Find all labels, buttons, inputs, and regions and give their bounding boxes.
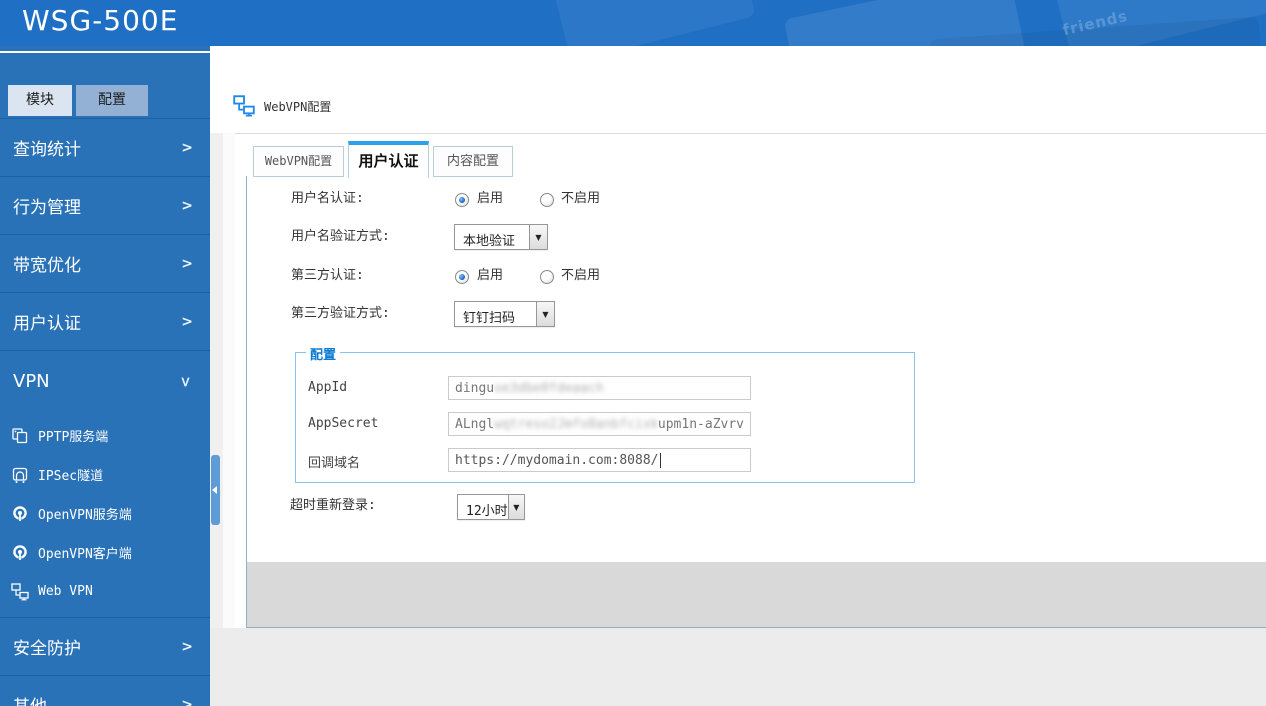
breadcrumb-label: WebVPN配置 bbox=[264, 99, 332, 114]
chevron-right-icon: > bbox=[181, 255, 193, 272]
content-top-strip bbox=[210, 46, 1266, 133]
disable-option-label[interactable]: 不启用 bbox=[561, 268, 600, 284]
sidebar-item-openvpn-client[interactable]: OpenVPN客户端 bbox=[0, 533, 210, 572]
chevron-right-icon: > bbox=[181, 313, 193, 330]
keyboard-art bbox=[554, 0, 756, 46]
username-method-label: 用户名验证方式: bbox=[291, 229, 390, 244]
chevron-right-icon: > bbox=[181, 638, 193, 655]
select-value: 钉钉扫码 bbox=[463, 311, 516, 326]
appsecret-visible-suffix: upm1n-aZvrv bbox=[657, 416, 744, 432]
tab-webvpn-config[interactable]: WebVPN配置 bbox=[253, 146, 344, 177]
app-logo: WSG-500E bbox=[22, 4, 179, 37]
timeout-label: 超时重新登录: bbox=[290, 498, 376, 513]
breadcrumb: WebVPN配置 bbox=[233, 95, 331, 117]
app-header: friends WSG-500E bbox=[0, 0, 1266, 46]
appsecret-label: AppSecret bbox=[308, 416, 379, 431]
callback-label: 回调域名 bbox=[308, 456, 361, 471]
sidebar-tab-modules[interactable]: 模块 bbox=[8, 85, 72, 116]
dropdown-arrow-icon[interactable]: ▼ bbox=[529, 225, 547, 249]
openvpn-icon bbox=[10, 505, 30, 523]
sidebar-item-label: 查询统计 bbox=[13, 140, 81, 160]
config-fieldset: 配置 AppId dingu oe3dbe0fdeaach AppSecret A… bbox=[295, 344, 915, 483]
third-method-label: 第三方验证方式: bbox=[291, 306, 390, 321]
callback-value-text: https://mydomain.com:8088/ bbox=[455, 452, 659, 468]
sidebar-item-web-vpn[interactable]: Web VPN bbox=[0, 572, 210, 611]
appid-visible-text: dingu bbox=[455, 380, 495, 396]
chevron-down-icon: > bbox=[177, 375, 194, 388]
sidebar-item-label: VPN bbox=[13, 371, 50, 392]
timeout-select[interactable]: 12小时 ▼ bbox=[457, 494, 525, 520]
panel-left-border bbox=[246, 176, 247, 628]
submenu-item-label: Web VPN bbox=[38, 584, 93, 599]
appsecret-redacted-text: wqtreso2Jmfo8anbfcixkLznzbi bbox=[494, 416, 658, 432]
username-auth-label: 用户名认证: bbox=[291, 191, 364, 206]
dropdown-arrow-icon[interactable]: ▼ bbox=[507, 495, 524, 519]
sidebar-item-ipsec-tunnel[interactable]: IPSec隧道 bbox=[0, 455, 210, 494]
third-method-select[interactable]: 钉钉扫码 ▼ bbox=[454, 301, 555, 327]
submenu-item-label: PPTP服务端 bbox=[38, 430, 109, 445]
appsecret-input[interactable]: ALnglwqtreso2Jmfo8anbfcixkLznzbiupm1n-aZ… bbox=[448, 412, 751, 436]
username-auth-enable-radio[interactable] bbox=[455, 193, 469, 207]
sidebar-tab-config[interactable]: 配置 bbox=[76, 85, 148, 116]
webvpn-icon bbox=[10, 582, 30, 601]
panel-footer-bar bbox=[247, 562, 1266, 627]
sidebar-item-bandwidth[interactable]: 带宽优化 > bbox=[0, 234, 210, 292]
sidebar-item-other[interactable]: 其他 > bbox=[0, 675, 210, 706]
page-bottom-background bbox=[210, 628, 1266, 706]
sidebar-item-vpn[interactable]: VPN > bbox=[0, 350, 210, 412]
sidebar-vpn-submenu: PPTP服务端 IPSec隧道 OpenVPN服务端 OpenVPN客户端 We… bbox=[0, 412, 210, 617]
appid-label: AppId bbox=[308, 380, 348, 395]
appid-input[interactable]: dingu oe3dbe0fdeaach bbox=[448, 376, 751, 400]
sidebar-collapse-handle[interactable] bbox=[211, 455, 220, 525]
enable-option-label[interactable]: 启用 bbox=[477, 191, 503, 207]
sidebar: 模块 配置 查询统计 > 行为管理 > 带宽优化 > 用户认证 > VPN > bbox=[0, 46, 210, 706]
select-value: 本地验证 bbox=[463, 234, 516, 249]
sidebar-item-behavior[interactable]: 行为管理 > bbox=[0, 176, 210, 234]
sidebar-tab-strip: 模块 配置 bbox=[8, 85, 148, 116]
content-gutter-strip bbox=[223, 133, 235, 628]
text-caret bbox=[659, 452, 661, 468]
callback-input[interactable]: https://mydomain.com:8088/ bbox=[448, 448, 751, 472]
sitemap-icon bbox=[233, 95, 255, 117]
sidebar-item-query-stats[interactable]: 查询统计 > bbox=[0, 118, 210, 176]
submenu-item-label: OpenVPN客户端 bbox=[38, 547, 132, 562]
tab-content-config[interactable]: 内容配置 bbox=[433, 146, 513, 177]
ipsec-icon bbox=[10, 466, 30, 484]
username-auth-disable-radio[interactable] bbox=[540, 193, 554, 207]
username-method-select[interactable]: 本地验证 ▼ bbox=[454, 224, 548, 250]
pptp-icon bbox=[10, 427, 30, 445]
submenu-item-label: OpenVPN服务端 bbox=[38, 508, 132, 523]
third-auth-label: 第三方认证: bbox=[291, 268, 364, 283]
sidebar-item-label: 行为管理 bbox=[13, 198, 81, 218]
sidebar-item-user-auth[interactable]: 用户认证 > bbox=[0, 292, 210, 350]
sidebar-item-label: 用户认证 bbox=[13, 314, 81, 334]
sidebar-menu: 查询统计 > 行为管理 > 带宽优化 > 用户认证 > VPN > PPTP服务… bbox=[0, 118, 210, 706]
disable-option-label[interactable]: 不启用 bbox=[561, 191, 600, 207]
chevron-right-icon: > bbox=[181, 696, 193, 706]
select-value: 12小时 bbox=[466, 504, 508, 519]
sidebar-item-label: 安全防护 bbox=[13, 639, 81, 659]
enable-option-label[interactable]: 启用 bbox=[477, 268, 503, 284]
sidebar-item-label: 带宽优化 bbox=[13, 256, 81, 276]
chevron-right-icon: > bbox=[181, 197, 193, 214]
sidebar-item-security[interactable]: 安全防护 > bbox=[0, 617, 210, 675]
sidebar-item-openvpn-server[interactable]: OpenVPN服务端 bbox=[0, 494, 210, 533]
sidebar-item-label: 其他 bbox=[13, 692, 47, 706]
chevron-right-icon: > bbox=[181, 139, 193, 156]
third-auth-disable-radio[interactable] bbox=[540, 270, 554, 284]
sidebar-divider bbox=[0, 51, 210, 53]
dropdown-arrow-icon[interactable]: ▼ bbox=[536, 302, 554, 326]
third-auth-enable-radio[interactable] bbox=[455, 270, 469, 284]
appid-redacted-text: oe3dbe0fdeaach bbox=[494, 380, 604, 396]
config-fieldset-legend: 配置 bbox=[306, 344, 341, 363]
tab-user-auth[interactable]: 用户认证 bbox=[348, 141, 429, 178]
appsecret-visible-prefix: ALngl bbox=[455, 416, 495, 432]
submenu-item-label: IPSec隧道 bbox=[38, 469, 104, 484]
sidebar-item-pptp-server[interactable]: PPTP服务端 bbox=[0, 416, 210, 455]
openvpn-icon bbox=[10, 544, 30, 562]
